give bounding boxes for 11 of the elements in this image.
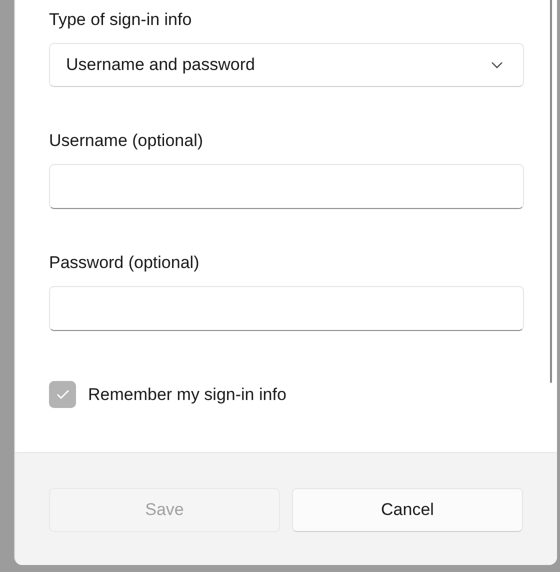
cancel-button[interactable]: Cancel [292, 488, 523, 532]
input-field[interactable] [49, 164, 524, 209]
field-label: Password (optional) [49, 252, 200, 274]
field-label: Username (optional) [49, 130, 204, 152]
checkbox-label: Remember my sign-in info [88, 384, 286, 406]
checkmark-icon [56, 389, 70, 400]
input-field[interactable] [49, 286, 524, 331]
chevron-down-icon [491, 61, 503, 69]
field-label: Type of sign-in info [49, 9, 193, 31]
scrollbar-thumb[interactable] [550, 0, 552, 383]
sign-in-type-dropdown[interactable]: Username and password [49, 43, 524, 87]
